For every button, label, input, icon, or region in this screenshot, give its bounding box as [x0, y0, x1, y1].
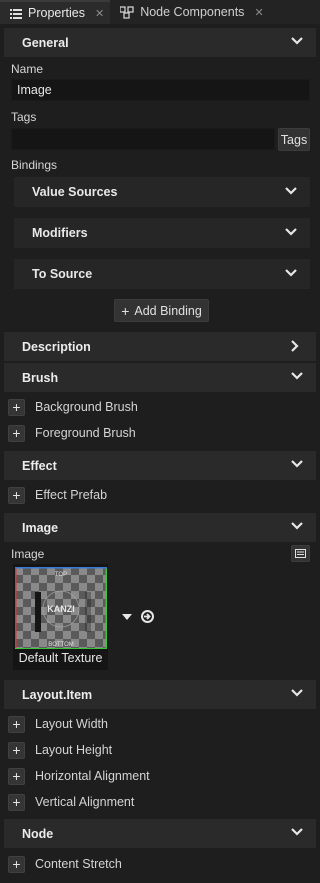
section-general-header[interactable]: General — [4, 28, 316, 57]
tags-button[interactable]: Tags — [278, 128, 310, 151]
chevron-down-icon — [285, 187, 297, 195]
add-property-button[interactable]: + — [8, 855, 25, 873]
list-item: + Vertical Alignment — [4, 789, 316, 815]
list-icon — [10, 8, 22, 19]
list-item: + Layout Width — [4, 711, 316, 737]
property-label: Effect Prefab — [35, 488, 108, 502]
section-title: Description — [22, 339, 91, 354]
value-sources-label: Value Sources — [32, 185, 118, 199]
tab-properties-label: Properties — [28, 6, 85, 20]
chevron-down-icon — [291, 828, 303, 836]
add-property-button[interactable]: + — [8, 767, 25, 785]
texture-thumbnail: KANZI TOP BOTTOM — [15, 567, 107, 649]
property-label: Horizontal Alignment — [35, 769, 150, 783]
chevron-down-icon — [291, 689, 303, 697]
property-label: Foreground Brush — [35, 426, 136, 440]
tags-field[interactable] — [11, 128, 275, 150]
section-title: Image — [22, 520, 59, 535]
property-label: Layout Width — [35, 717, 108, 731]
thumb-logo-text: KANZI — [47, 604, 75, 614]
name-field[interactable]: Image — [11, 79, 310, 101]
chevron-down-icon — [285, 228, 297, 236]
chevron-down-icon — [291, 372, 303, 380]
image-label: Image — [11, 547, 45, 561]
section-title: Effect — [22, 458, 57, 473]
list-item: + Layout Height — [4, 737, 316, 763]
section-layout-item-header[interactable]: Layout.Item — [4, 680, 316, 709]
section-image-header[interactable]: Image — [4, 513, 316, 542]
thumb-bottom-text: BOTTOM — [48, 642, 74, 648]
section-title: Layout.Item — [22, 687, 93, 702]
property-label: Layout Height — [35, 743, 113, 757]
list-item: + Content Stretch — [4, 851, 316, 877]
chevron-down-icon — [291, 37, 303, 45]
section-effect-header[interactable]: Effect — [4, 451, 316, 480]
bindings-label: Bindings — [11, 158, 58, 172]
chevron-down-icon — [291, 460, 303, 468]
modifiers-header[interactable]: Modifiers — [14, 218, 310, 248]
close-icon[interactable]: ✕ — [254, 6, 263, 19]
tab-node-components[interactable]: Node Components ✕ — [110, 0, 269, 24]
dropdown-arrow-icon[interactable] — [122, 614, 132, 621]
to-source-label: To Source — [32, 267, 93, 281]
property-label: Content Stretch — [35, 857, 122, 871]
section-node-header[interactable]: Node — [4, 819, 316, 848]
add-property-button[interactable]: + — [8, 486, 25, 504]
close-icon[interactable]: ✕ — [95, 7, 104, 20]
texture-name: Default Texture — [18, 651, 103, 665]
goto-resource-icon[interactable] — [140, 609, 155, 624]
section-title: Brush — [22, 370, 59, 385]
section-description-header[interactable]: Description — [4, 332, 316, 361]
tab-properties[interactable]: Properties ✕ — [0, 0, 111, 24]
property-label: Vertical Alignment — [35, 795, 135, 809]
list-item: + Effect Prefab — [4, 482, 316, 508]
add-property-button[interactable]: + — [8, 398, 25, 416]
add-property-button[interactable]: + — [8, 715, 25, 733]
add-property-button[interactable]: + — [8, 424, 25, 442]
edit-icon[interactable] — [291, 545, 310, 562]
list-item: + Background Brush — [4, 394, 316, 420]
tab-node-components-label: Node Components — [140, 5, 245, 19]
name-label: Name — [11, 62, 44, 76]
tags-label: Tags — [11, 110, 37, 124]
modifiers-label: Modifiers — [32, 226, 88, 240]
list-item: + Horizontal Alignment — [4, 763, 316, 789]
value-sources-header[interactable]: Value Sources — [14, 177, 310, 207]
section-title: General — [22, 35, 69, 50]
chevron-down-icon — [291, 522, 303, 530]
add-property-button[interactable]: + — [8, 741, 25, 759]
components-icon — [120, 5, 134, 19]
chevron-right-icon — [291, 340, 299, 352]
tab-bar: Properties ✕ Node Components ✕ — [0, 0, 320, 24]
section-brush-header[interactable]: Brush — [4, 363, 316, 392]
thumb-top-text: TOP — [55, 572, 67, 578]
property-label: Background Brush — [35, 400, 138, 414]
to-source-header[interactable]: To Source — [14, 259, 310, 289]
add-binding-label: Add Binding — [134, 303, 202, 318]
section-title: Node — [22, 826, 54, 841]
chevron-down-icon — [285, 269, 297, 277]
add-binding-button[interactable]: + Add Binding — [114, 299, 209, 322]
list-item: + Foreground Brush — [4, 420, 316, 446]
plus-icon: + — [121, 302, 130, 319]
add-property-button[interactable]: + — [8, 793, 25, 811]
